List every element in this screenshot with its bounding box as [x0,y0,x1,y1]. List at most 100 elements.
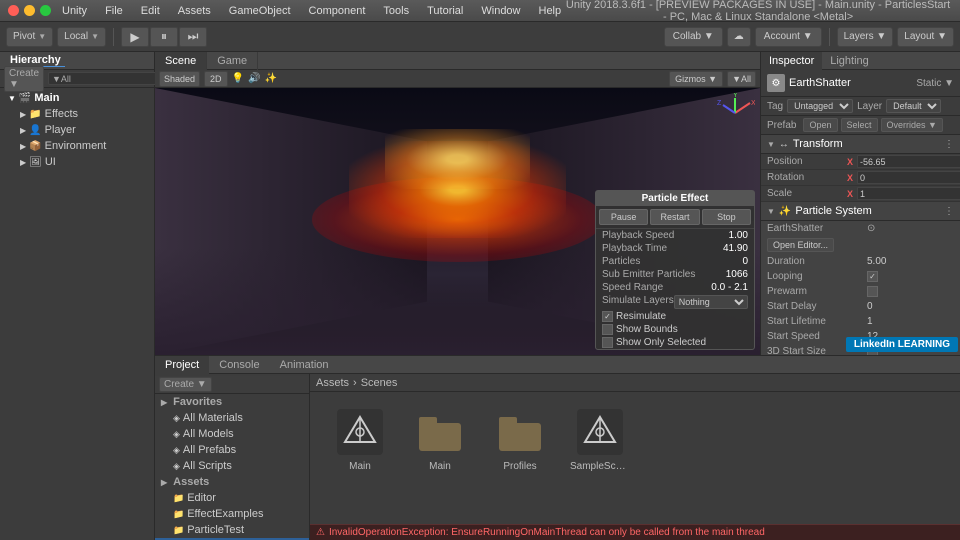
console-tab[interactable]: Console [209,356,269,374]
all-prefabs-label: All Prefabs [183,444,236,456]
sidebar-particle-test[interactable]: 📁 ParticleTest [155,522,309,538]
layer-dropdown[interactable]: Default [886,99,941,113]
step-button[interactable]: ⏭ [179,27,207,47]
menu-window[interactable]: Window [478,5,523,17]
layout-button[interactable]: Layout ▼ [897,27,954,47]
menu-file[interactable]: File [102,5,126,17]
assets-header[interactable]: ▶ Assets [155,474,309,490]
ps-looping-checkbox[interactable]: ✓ [867,271,878,282]
ps-prewarm-checkbox[interactable] [867,286,878,297]
all-dropdown[interactable]: ▼All [727,71,756,87]
menu-tutorial[interactable]: Tutorial [424,5,466,17]
minimize-btn[interactable] [24,5,35,16]
ps-menu[interactable]: ⋮ [944,206,954,217]
particle-row-subemitter: Sub Emitter Particles 1066 [596,268,754,281]
main-unity-icon [335,407,385,457]
favorites-header[interactable]: ▶ Favorites [155,394,309,410]
favorites-label: Favorites [173,396,222,408]
animation-tab[interactable]: Animation [270,356,339,374]
path-scenes[interactable]: Scenes [361,377,398,389]
close-btn[interactable] [8,5,19,16]
object-header: ⚙ EarthShatter Static ▼ [761,70,960,97]
particle-test-label: ParticleTest [187,524,244,536]
collab-button[interactable]: Collab ▼ [664,27,723,47]
asset-main-folder[interactable]: Main [410,407,470,509]
sidebar-effect-examples[interactable]: 📁 EffectExamples [155,506,309,522]
hierarchy-item-ui[interactable]: ▶ 🖼 UI [0,154,154,170]
particle-row-particles: Particles 0 [596,255,754,268]
local-button[interactable]: Local ▼ [57,27,106,47]
transform-icon: ↔ [779,139,789,150]
sidebar-all-materials[interactable]: ◈ All Materials [155,410,309,426]
prefab-overrides-btn[interactable]: Overrides ▼ [881,118,943,132]
ui-icon: 🖼 [29,157,42,168]
pos-x-label: X [847,157,856,167]
pivot-button[interactable]: Pivot ▼ [6,27,53,47]
scene-tab[interactable]: Scene [155,52,207,70]
showbounds-checkbox[interactable] [602,324,613,335]
hier-env-arrow: ▶ [20,142,26,151]
particle-pause-btn[interactable]: Pause [599,209,648,225]
particle-row-speed-range: Speed Range 0.0 - 2.1 [596,281,754,294]
resimulate-checkbox[interactable]: ✓ [602,311,613,322]
menu-help[interactable]: Help [536,5,565,17]
hierarchy-scene-main[interactable]: ▼ 🎬 Main [0,90,154,106]
asset-main-unity[interactable]: Main [330,407,390,509]
menu-component[interactable]: Component [306,5,369,17]
showonly-checkbox[interactable] [602,337,613,348]
particle-restart-btn[interactable]: Restart [650,209,699,225]
menu-edit[interactable]: Edit [138,5,163,17]
pause-button[interactable]: ⏸ [150,27,178,47]
inspector-body: ⚙ EarthShatter Static ▼ Tag Untagged Lay… [761,70,960,355]
prefab-select-btn[interactable]: Select [841,118,878,132]
account-button[interactable]: Account ▼ [755,27,822,47]
shaded-dropdown[interactable]: Shaded [159,71,200,87]
rot-x-input[interactable] [857,171,960,184]
fire-effect [276,141,639,261]
project-create-btn[interactable]: Create ▼ [159,377,212,392]
pos-x-input[interactable]: -56.65 [857,155,960,168]
inspector-tab[interactable]: Inspector [761,52,822,70]
menu-tools[interactable]: Tools [380,5,412,17]
scene-viewport[interactable]: X Y Z ◄ Persp Particle Effect Pause [155,88,760,355]
play-button[interactable]: ▶ [121,27,149,47]
scene-fx-icon: ✨ [264,73,276,84]
ps-name-row: EarthShatter ⊙ [761,221,960,236]
sidebar-all-scripts[interactable]: ◈ All Scripts [155,458,309,474]
transform-menu[interactable]: ⋮ [944,139,954,150]
asset-sample-scene[interactable]: SampleScene [570,407,630,509]
menu-unity[interactable]: Unity [59,5,90,17]
path-assets[interactable]: Assets [316,377,349,389]
transform-component-header[interactable]: ▼ ↔ Transform ⋮ [761,135,960,154]
hierarchy-item-player[interactable]: ▶ 👤 Player [0,122,154,138]
project-tab[interactable]: Project [155,356,209,374]
ps-component-header[interactable]: ▼ ✨ Particle System ⋮ [761,202,960,221]
menu-gameobject[interactable]: GameObject [226,5,294,17]
scale-x-input[interactable] [857,187,960,200]
particle-resimulate-row: ✓ Resimulate [596,310,754,323]
cloud-button[interactable]: ☁ [727,27,751,47]
2d-button[interactable]: 2D [204,71,228,87]
particle-panel-title: Particle Effect [596,191,754,206]
open-editor-btn[interactable]: Open Editor... [767,238,834,252]
prefab-open-btn[interactable]: Open [803,118,837,132]
sidebar-all-models[interactable]: ◈ All Models [155,426,309,442]
tag-dropdown[interactable]: Untagged [787,99,853,113]
maximize-btn[interactable] [40,5,51,16]
menu-assets[interactable]: Assets [175,5,214,17]
game-tab[interactable]: Game [207,52,258,70]
particle-layers-dropdown[interactable]: Nothing [674,295,748,309]
sidebar-editor[interactable]: 📁 Editor [155,490,309,506]
hierarchy-item-effects[interactable]: ▶ 📁 Effects [0,106,154,122]
menu-bar: Unity File Edit Assets GameObject Compon… [59,5,564,17]
layers-button[interactable]: Layers ▼ [837,27,894,47]
gizmos-dropdown[interactable]: Gizmos ▼ [669,71,723,87]
lighting-tab[interactable]: Lighting [822,52,877,70]
hier-player-arrow: ▶ [20,126,26,135]
particle-stop-btn[interactable]: Stop [702,209,751,225]
hierarchy-item-environment[interactable]: ▶ 📦 Environment [0,138,154,154]
asset-profiles-folder[interactable]: Profiles [490,407,550,509]
sidebar-all-prefabs[interactable]: ◈ All Prefabs [155,442,309,458]
ps-lifetime-val: 1 [867,316,954,327]
particle-speed-label: Playback Speed [602,230,674,241]
